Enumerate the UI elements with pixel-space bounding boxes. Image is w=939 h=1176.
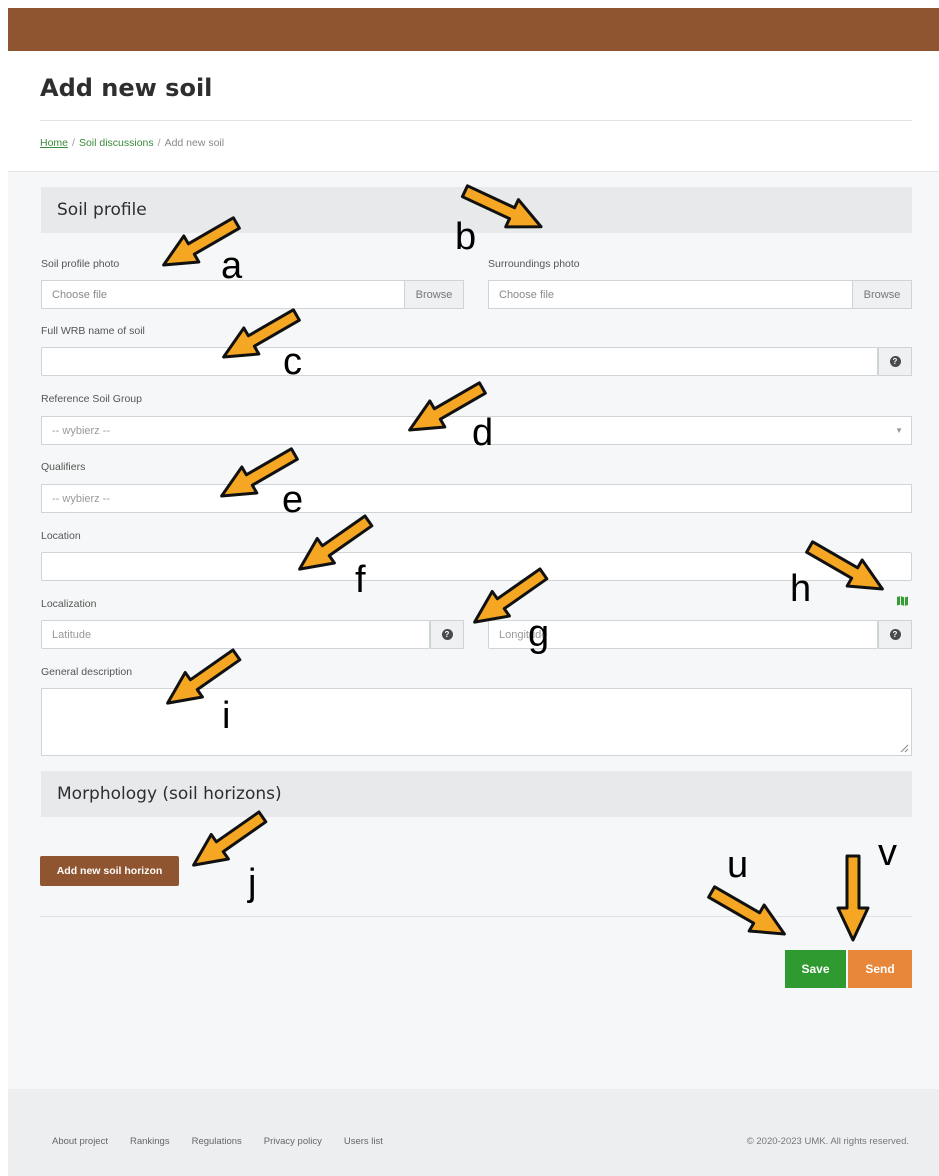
footer-link-about[interactable]: About project [52,1136,108,1147]
wrb-name-label: Full WRB name of soil [41,325,145,337]
annotation-letter-v: v [878,832,897,874]
surroundings-photo-browse-button[interactable]: Browse [852,280,912,309]
reference-soil-group-label: Reference Soil Group [41,393,142,405]
question-circle-icon: ? [889,629,901,640]
resize-handle-icon[interactable] [899,743,909,753]
chevron-down-icon: ▼ [895,426,903,435]
question-circle-icon: ? [889,356,901,367]
footer-copyright: © 2020-2023 UMK. All rights reserved. [746,1136,909,1147]
surroundings-photo-input[interactable]: Choose file Browse [488,280,912,309]
wrb-name-help-button[interactable]: ? [878,347,912,376]
location-input[interactable] [41,552,912,581]
annotation-letter-j: j [248,862,257,904]
breadcrumb-separator: / [72,137,75,149]
save-button[interactable]: Save [785,950,846,988]
surroundings-photo-filename[interactable]: Choose file [488,280,852,309]
question-circle-icon: ? [441,629,453,640]
general-description-label: General description [41,666,133,678]
breadcrumb: Home / Soil discussions / Add new soil [40,137,224,149]
annotation-letter-h: h [790,568,812,610]
breadcrumb-soil-discussions-link[interactable]: Soil discussions [79,137,154,149]
top-bar [8,8,939,51]
annotation-letter-g: g [528,613,550,655]
soil-profile-photo-input[interactable]: Choose file Browse [41,280,464,309]
footer-link-users[interactable]: Users list [344,1136,383,1147]
annotation-letter-d: d [472,412,494,454]
annotation-letter-a: a [221,245,243,287]
annotation-letter-e: e [282,479,304,521]
longitude-help-button[interactable]: ? [878,620,912,649]
send-button[interactable]: Send [848,950,912,988]
annotation-letter-b: b [455,216,477,258]
latitude-input[interactable]: Latitude [41,620,430,649]
breadcrumb-current: Add new soil [164,137,225,149]
reference-soil-group-placeholder: -- wybierz -- [52,424,111,437]
soil-profile-photo-browse-button[interactable]: Browse [404,280,464,309]
soil-profile-photo-label: Soil profile photo [41,258,120,270]
title-divider [40,120,912,121]
page-title: Add new soil [40,74,213,102]
wrb-name-input[interactable] [41,347,878,376]
morphology-heading: Morphology (soil horizons) [57,784,282,804]
breadcrumb-home-link[interactable]: Home [40,137,68,149]
annotation-letter-i: i [222,695,231,737]
breadcrumb-separator: / [157,137,161,149]
general-description-textarea[interactable] [41,688,912,756]
footer [8,1089,939,1176]
qualifiers-select[interactable]: -- wybierz -- [41,484,912,513]
latitude-placeholder: Latitude [52,628,92,641]
soil-profile-heading: Soil profile [57,200,147,220]
localization-label: Localization [41,598,97,610]
surroundings-photo-label: Surroundings photo [488,258,580,270]
footer-link-privacy[interactable]: Privacy policy [264,1136,322,1147]
form-divider [40,916,912,917]
qualifiers-label: Qualifiers [41,461,86,473]
footer-link-rankings[interactable]: Rankings [130,1136,170,1147]
annotation-letter-c: c [283,341,302,383]
annotation-letter-u: u [727,844,749,886]
annotation-letter-f: f [355,559,366,601]
footer-link-regulations[interactable]: Regulations [192,1136,242,1147]
morphology-section-header: Morphology (soil horizons) [41,771,912,817]
soil-profile-section-header: Soil profile [41,187,912,233]
location-label: Location [41,530,81,542]
latitude-help-button[interactable]: ? [430,620,464,649]
footer-links: About project Rankings Regulations Priva… [52,1136,383,1147]
add-soil-horizon-button[interactable]: Add new soil horizon [40,856,179,886]
map-icon[interactable] [897,596,908,606]
qualifiers-placeholder: -- wybierz -- [52,492,111,505]
